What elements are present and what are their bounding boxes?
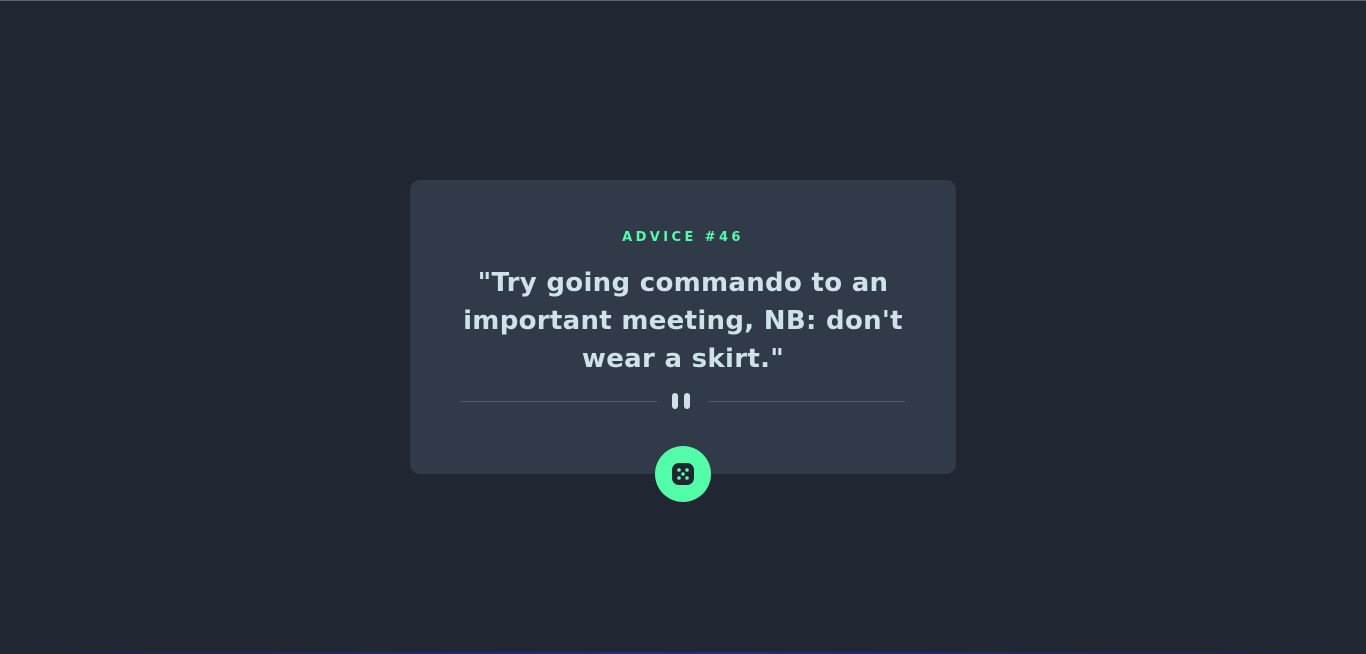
divider-line-right — [709, 401, 905, 402]
pause-bar-right — [684, 393, 690, 409]
pattern-divider — [461, 393, 905, 409]
window-top-border — [0, 0, 1366, 1]
pause-icon — [672, 393, 694, 409]
advice-id: ADVICE #46 — [622, 230, 744, 245]
divider-line-left — [461, 401, 657, 402]
advice-card: ADVICE #46 "Try going commando to an imp… — [410, 180, 956, 474]
pause-bar-left — [672, 393, 678, 409]
generate-advice-button[interactable] — [655, 446, 711, 502]
dice-icon — [672, 463, 694, 485]
advice-text: "Try going commando to an important meet… — [463, 268, 903, 374]
